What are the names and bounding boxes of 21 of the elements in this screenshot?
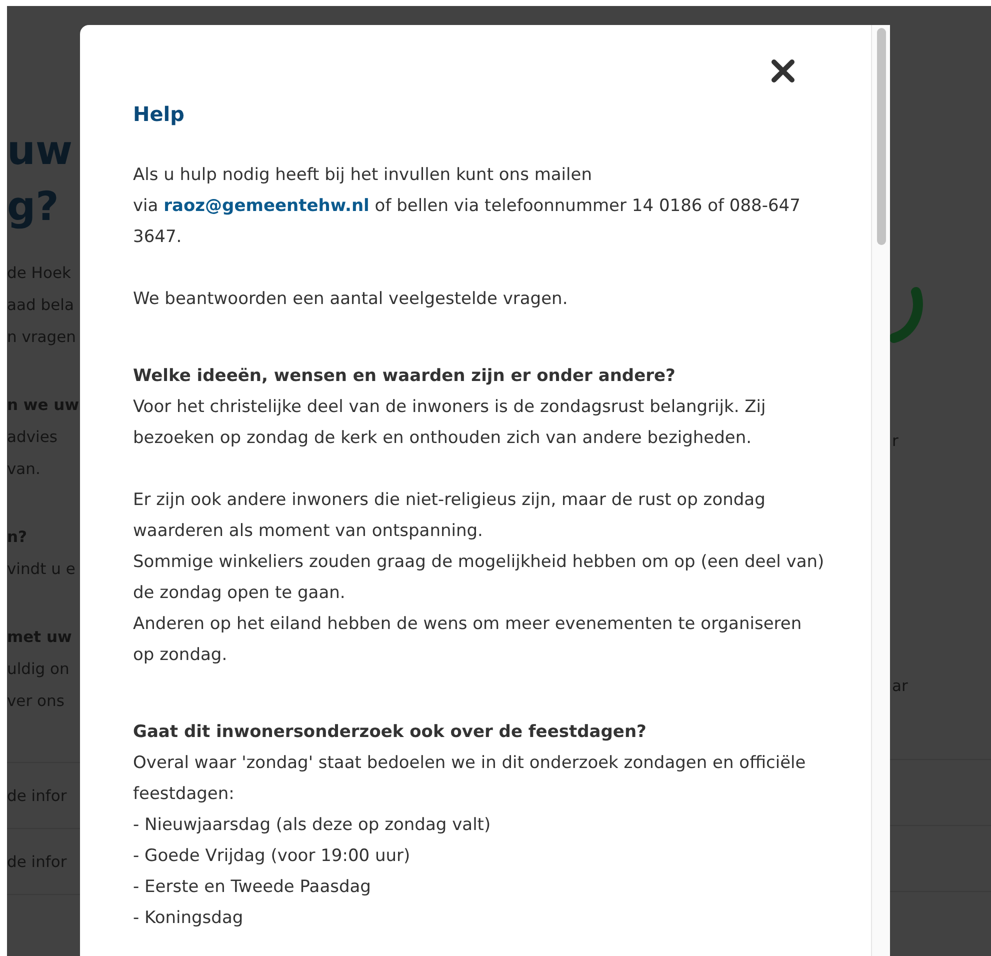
scrollbar-thumb[interactable] [876,28,886,245]
close-button[interactable] [770,58,796,84]
answer-text: Sommige winkeliers zouden graag de mogelijkheid hebben om op (een deel van) de zondag open te gaan. [133,551,826,605]
answer-text: We beantwoorden een aantal veelgestelde vragen. [133,288,569,311]
modal-title: Help [133,101,186,128]
curve-drawing [890,286,924,346]
answer-text: Voor het christelijke deel van de inwoners is de zondagsrust belangrijk. Zij bezoeken op zondag de kerk en onthouden zich van andere bezigheden. [133,396,767,450]
scrollbar[interactable] [871,25,890,956]
answer-text: Anderen op het eiland hebben de wens om meer evenementen te organiseren op zondag. [133,613,803,667]
answer-text: - Nieuwjaarsdag (als deze op zondag valt) [133,814,492,837]
answer-text: Overal waar 'zondag' staat bedoelen we in dit onderzoek zondagen en officiële feestdagen: [133,752,807,806]
question-heading: Welke ideeën, wensen en waarden zijn er onder andere? [133,365,676,388]
answer-text: - Koningsdag [133,907,244,930]
intro-paragraph: Als u hulp nodig heeft bij het invullen kunt ons mailen via raoz@gemeentehw.nl of bellen via telefoonnummer 14 0186 of 088-647 3647. [133,164,802,249]
answer-text: - Eerste en Tweede Paasdag [133,876,372,899]
question-heading: Gaat dit inwonersonderzoek ook over de feestdagen? [133,721,648,744]
answer-text: - Goede Vrijdag (voor 19:00 uur) [133,845,412,868]
heading-fragment: g? [7,183,60,232]
heading-fragment: uw [7,127,74,176]
email-link[interactable]: raoz@gemeentehw.nl [164,196,370,216]
answer-text: Er zijn ook andere inwoners die niet-religieus zijn, maar de rust op zondag waarderen als moment van ontspanning. [133,489,766,543]
